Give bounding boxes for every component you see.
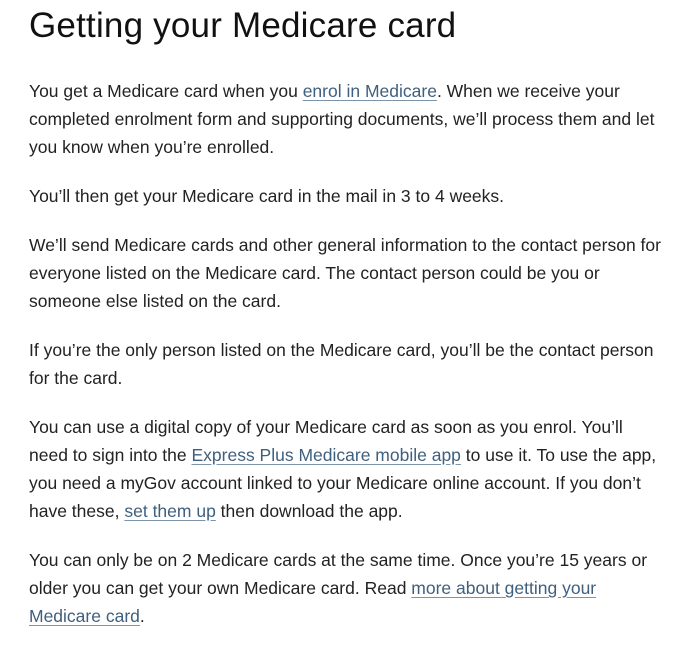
paragraph-two-cards: You can only be on 2 Medicare cards at t… [29,546,662,630]
paragraph-text: . [139,606,145,626]
enrol-in-medicare-link[interactable]: enrol in Medicare [303,81,437,101]
paragraph-text: then download the app. [215,501,403,521]
paragraph-text: You get a Medicare card when you [29,81,303,101]
express-plus-medicare-app-link[interactable]: Express Plus Medicare mobile app [191,445,460,465]
paragraph-mail-timing: You’ll then get your Medicare card in th… [29,186,505,206]
paragraph-enrol: You get a Medicare card when you enrol i… [29,77,662,161]
set-them-up-link[interactable]: set them up [124,501,215,521]
page-title: Getting your Medicare card [29,6,457,45]
paragraph-contact-person: We’ll send Medicare cards and other gene… [29,235,661,311]
paragraph-digital-copy: You can use a digital copy of your Medic… [29,413,662,525]
article-content: Getting your Medicare card You get a Med… [0,0,692,630]
paragraph-only-person: If you’re the only person listed on the … [29,340,654,388]
